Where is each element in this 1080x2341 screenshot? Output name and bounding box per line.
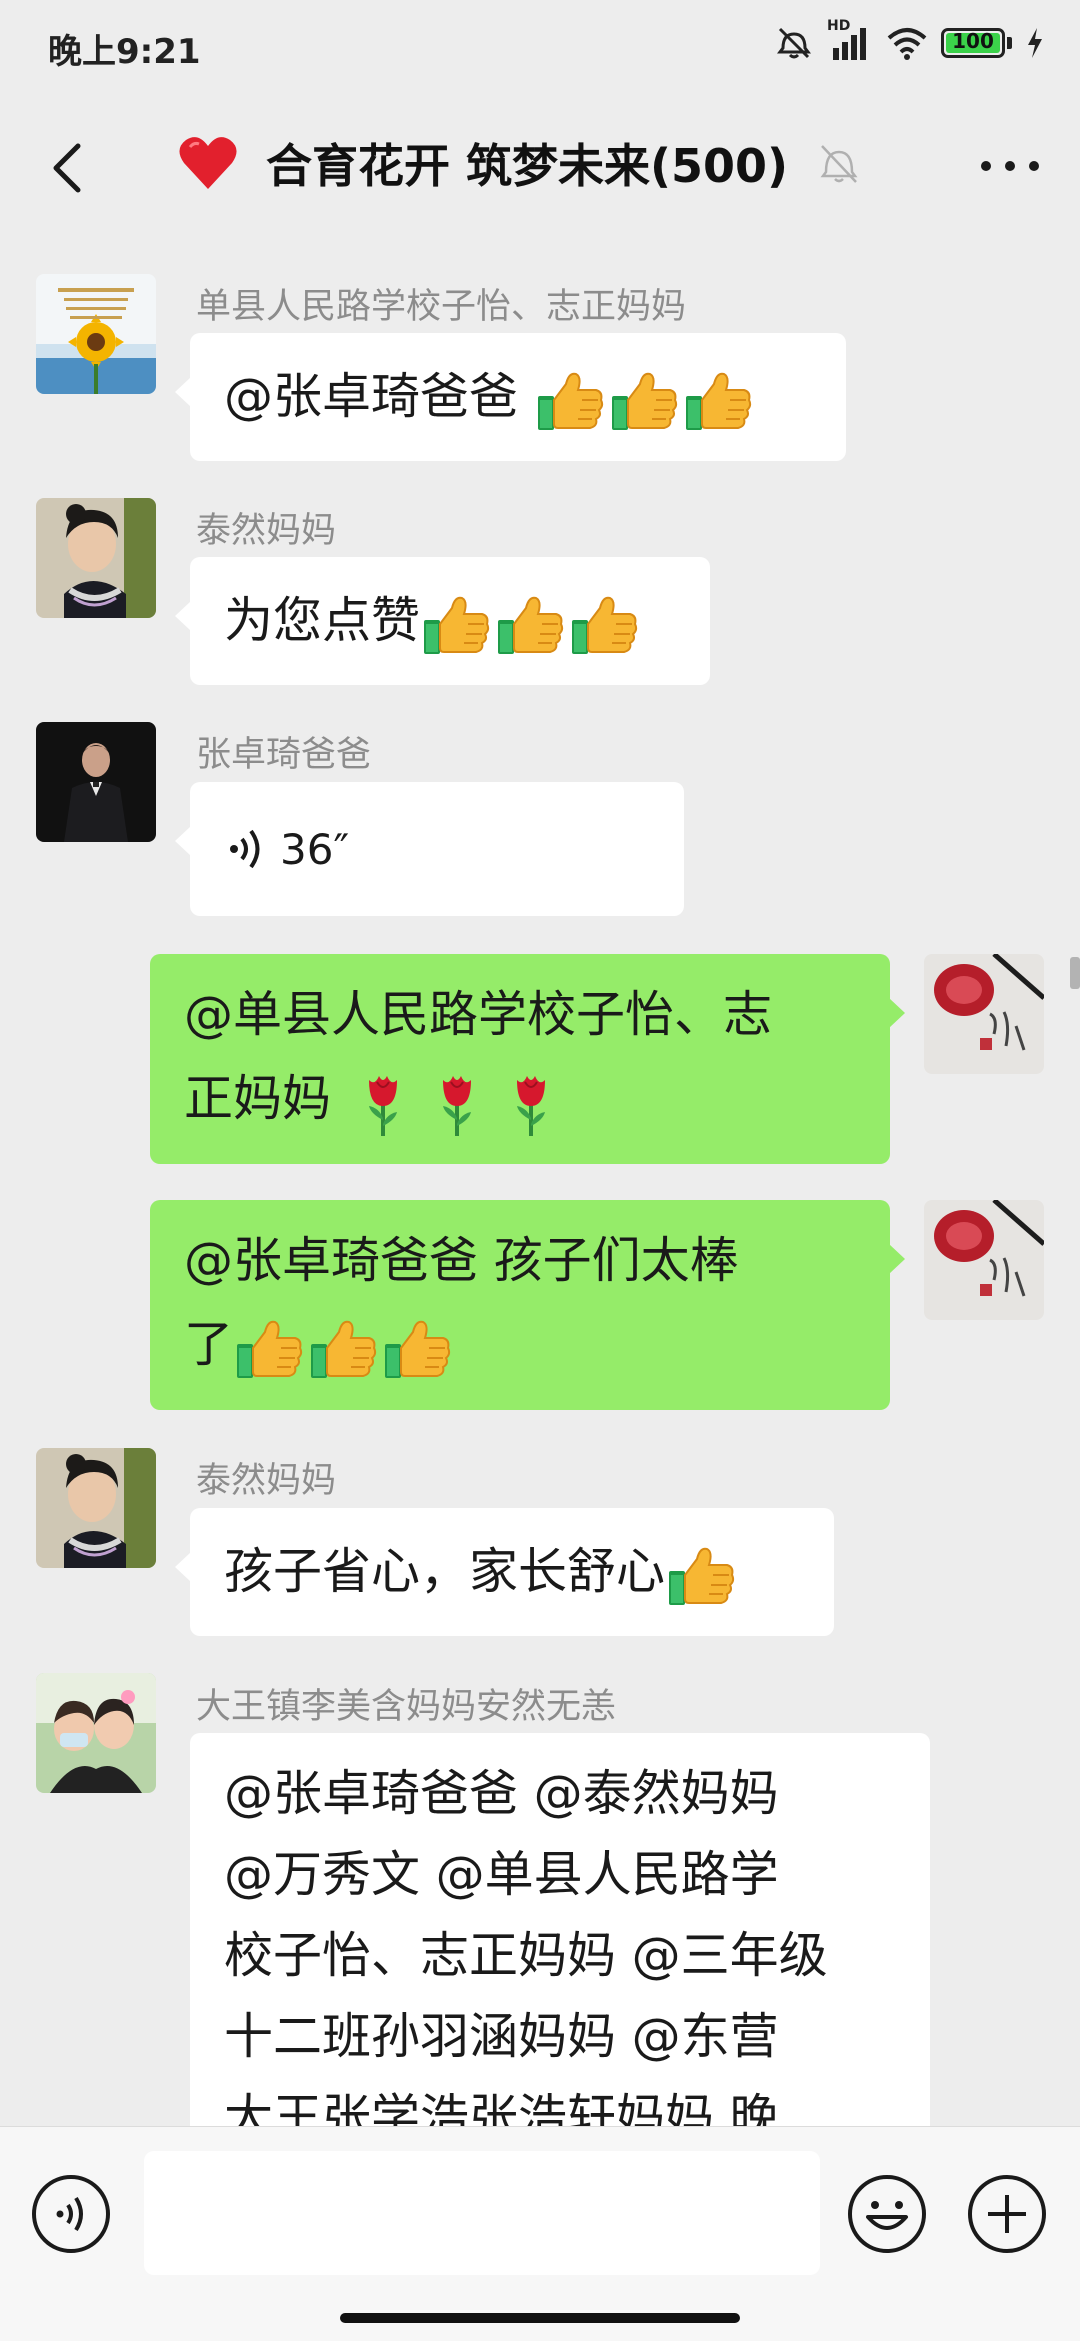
message-text-line: @单县人民路学校子怡、志 xyxy=(184,986,773,1043)
battery-level: 100 xyxy=(952,29,994,53)
message-bubble[interactable]: @张卓琦爸爸 @泰然妈妈 @万秀文 @单县人民路学 校子怡、志正妈妈 @三年级 … xyxy=(190,1733,930,2153)
chat-title-group[interactable]: 合育花开 筑梦未来(500) xyxy=(176,130,864,196)
chat-header: 合育花开 筑梦未来(500) xyxy=(0,96,1080,240)
avatar[interactable] xyxy=(924,954,1044,1074)
message-text-line: @万秀文 @单县人民路学 xyxy=(224,1846,779,1903)
thumbs-up-icon xyxy=(665,1539,737,1611)
charging-icon xyxy=(1028,28,1042,58)
mute-alarm-icon xyxy=(777,27,811,59)
rose-icon xyxy=(347,1066,419,1138)
thumbs-up-icon xyxy=(682,364,754,436)
thumbs-up-icon xyxy=(568,588,640,660)
thumbs-up-icon xyxy=(608,364,680,436)
sender-name: 泰然妈妈 xyxy=(196,511,337,551)
sender-name: 张卓琦爸爸 xyxy=(196,735,372,775)
avatar[interactable] xyxy=(36,722,156,842)
back-icon[interactable] xyxy=(34,132,106,204)
message-bubble[interactable]: @张卓琦爸爸 xyxy=(175,333,846,461)
thumbs-up-icon xyxy=(534,364,606,436)
wifi-icon xyxy=(887,28,927,60)
voice-duration: 36″ xyxy=(280,824,350,874)
message-text-line: @张卓琦爸爸 孩子们太棒 xyxy=(184,1232,739,1289)
voice-wave-icon xyxy=(230,829,260,869)
message-text-line: 了 xyxy=(184,1316,234,1373)
message-input[interactable] xyxy=(144,2151,820,2275)
message-bubble[interactable]: @单县人民路学校子怡、志 正妈妈 xyxy=(150,954,905,1164)
avatar[interactable] xyxy=(36,274,156,394)
message-text-line: @张卓琦爸爸 @泰然妈妈 xyxy=(224,1765,779,1822)
rose-icon xyxy=(421,1066,493,1138)
rose-icon xyxy=(495,1066,567,1138)
message-text: 孩子省心，家长舒心 xyxy=(224,1543,666,1600)
voice-message-bubble[interactable]: 36″ xyxy=(175,782,684,916)
message-text-line: 十二班孙羽涵妈妈 @东营 xyxy=(224,2008,779,2065)
battery-icon: 100 xyxy=(941,28,1005,58)
thumbs-up-icon xyxy=(307,1312,379,1384)
input-bar xyxy=(0,2126,1080,2341)
home-indicator[interactable] xyxy=(340,2313,740,2323)
message-bubble[interactable]: 孩子省心，家长舒心 xyxy=(175,1508,834,1636)
message-text-line: 校子怡、志正妈妈 @三年级 xyxy=(224,1927,828,1984)
more-icon[interactable] xyxy=(970,136,1050,196)
avatar[interactable] xyxy=(924,1200,1044,1320)
message-text-line: 正妈妈 xyxy=(184,1070,347,1127)
chat-title: 合育花开 筑梦未来(500) xyxy=(266,139,789,193)
status-icons: HD 100 xyxy=(775,18,1044,62)
message-bubble[interactable]: @张卓琦爸爸 孩子们太棒 了 xyxy=(150,1200,905,1410)
status-time: 晚上9:21 xyxy=(48,32,201,72)
sender-name: 大王镇李美含妈妈安然无恙 xyxy=(196,1687,617,1727)
scrollbar-thumb[interactable] xyxy=(1070,957,1080,989)
voice-input-icon[interactable] xyxy=(30,2173,112,2255)
avatar[interactable] xyxy=(36,498,156,618)
sender-name: 单县人民路学校子怡、志正妈妈 xyxy=(196,287,687,327)
signal-icon: HD xyxy=(827,18,873,62)
avatar[interactable] xyxy=(36,1673,156,1793)
heart-icon xyxy=(179,137,237,189)
message-text: @张卓琦爸爸 xyxy=(224,368,534,425)
thumbs-up-icon xyxy=(233,1312,305,1384)
plus-icon[interactable] xyxy=(966,2173,1048,2255)
message-bubble[interactable]: 为您点赞 xyxy=(175,557,710,685)
status-bar: 晚上9:21 HD 100 xyxy=(0,0,1080,96)
thumbs-up-icon xyxy=(381,1312,453,1384)
thumbs-up-icon xyxy=(420,588,492,660)
sender-name: 泰然妈妈 xyxy=(196,1461,337,1501)
emoji-icon[interactable] xyxy=(846,2173,928,2255)
avatar[interactable] xyxy=(36,1448,156,1568)
thumbs-up-icon xyxy=(494,588,566,660)
mute-bell-icon xyxy=(820,145,858,183)
message-text: 为您点赞 xyxy=(224,592,421,649)
